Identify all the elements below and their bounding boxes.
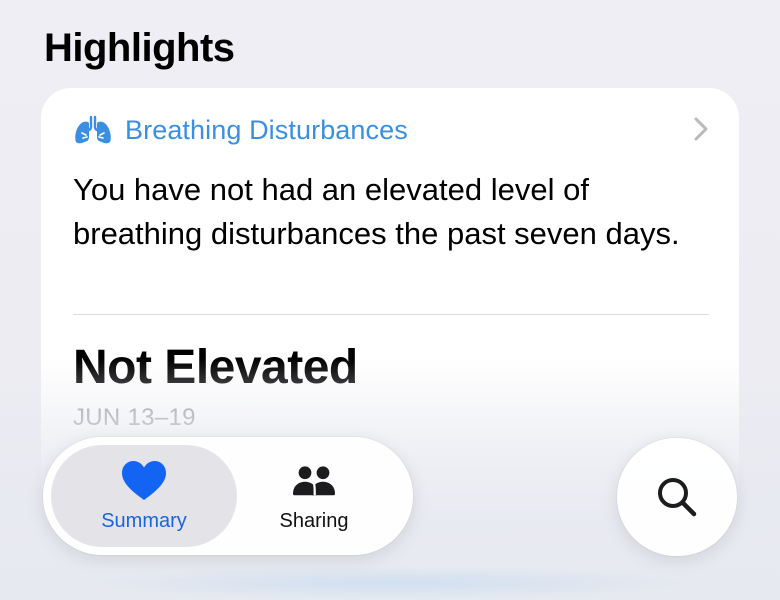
tab-bar: Summary Sharing xyxy=(43,437,413,555)
tab-sharing[interactable]: Sharing xyxy=(229,445,399,547)
card-date-range: JUN 13–19 xyxy=(73,404,196,431)
chevron-right-icon[interactable] xyxy=(691,114,711,144)
card-category-label: Breathing Disturbances xyxy=(125,114,408,145)
card-value: Not Elevated xyxy=(73,341,358,394)
search-icon xyxy=(658,478,697,517)
lungs-icon xyxy=(75,115,111,144)
search-button[interactable] xyxy=(617,438,737,556)
section-title: Highlights xyxy=(44,26,235,70)
bottom-glow xyxy=(80,566,700,600)
heart-icon xyxy=(122,460,166,500)
card-header[interactable]: Breathing Disturbances xyxy=(73,112,711,148)
card-message: You have not had an elevated level of br… xyxy=(73,172,680,251)
tab-sharing-label: Sharing xyxy=(279,509,349,532)
people-icon xyxy=(293,465,335,495)
tab-summary[interactable]: Summary xyxy=(51,445,237,547)
card-divider xyxy=(73,314,709,315)
tab-summary-label: Summary xyxy=(101,509,187,532)
